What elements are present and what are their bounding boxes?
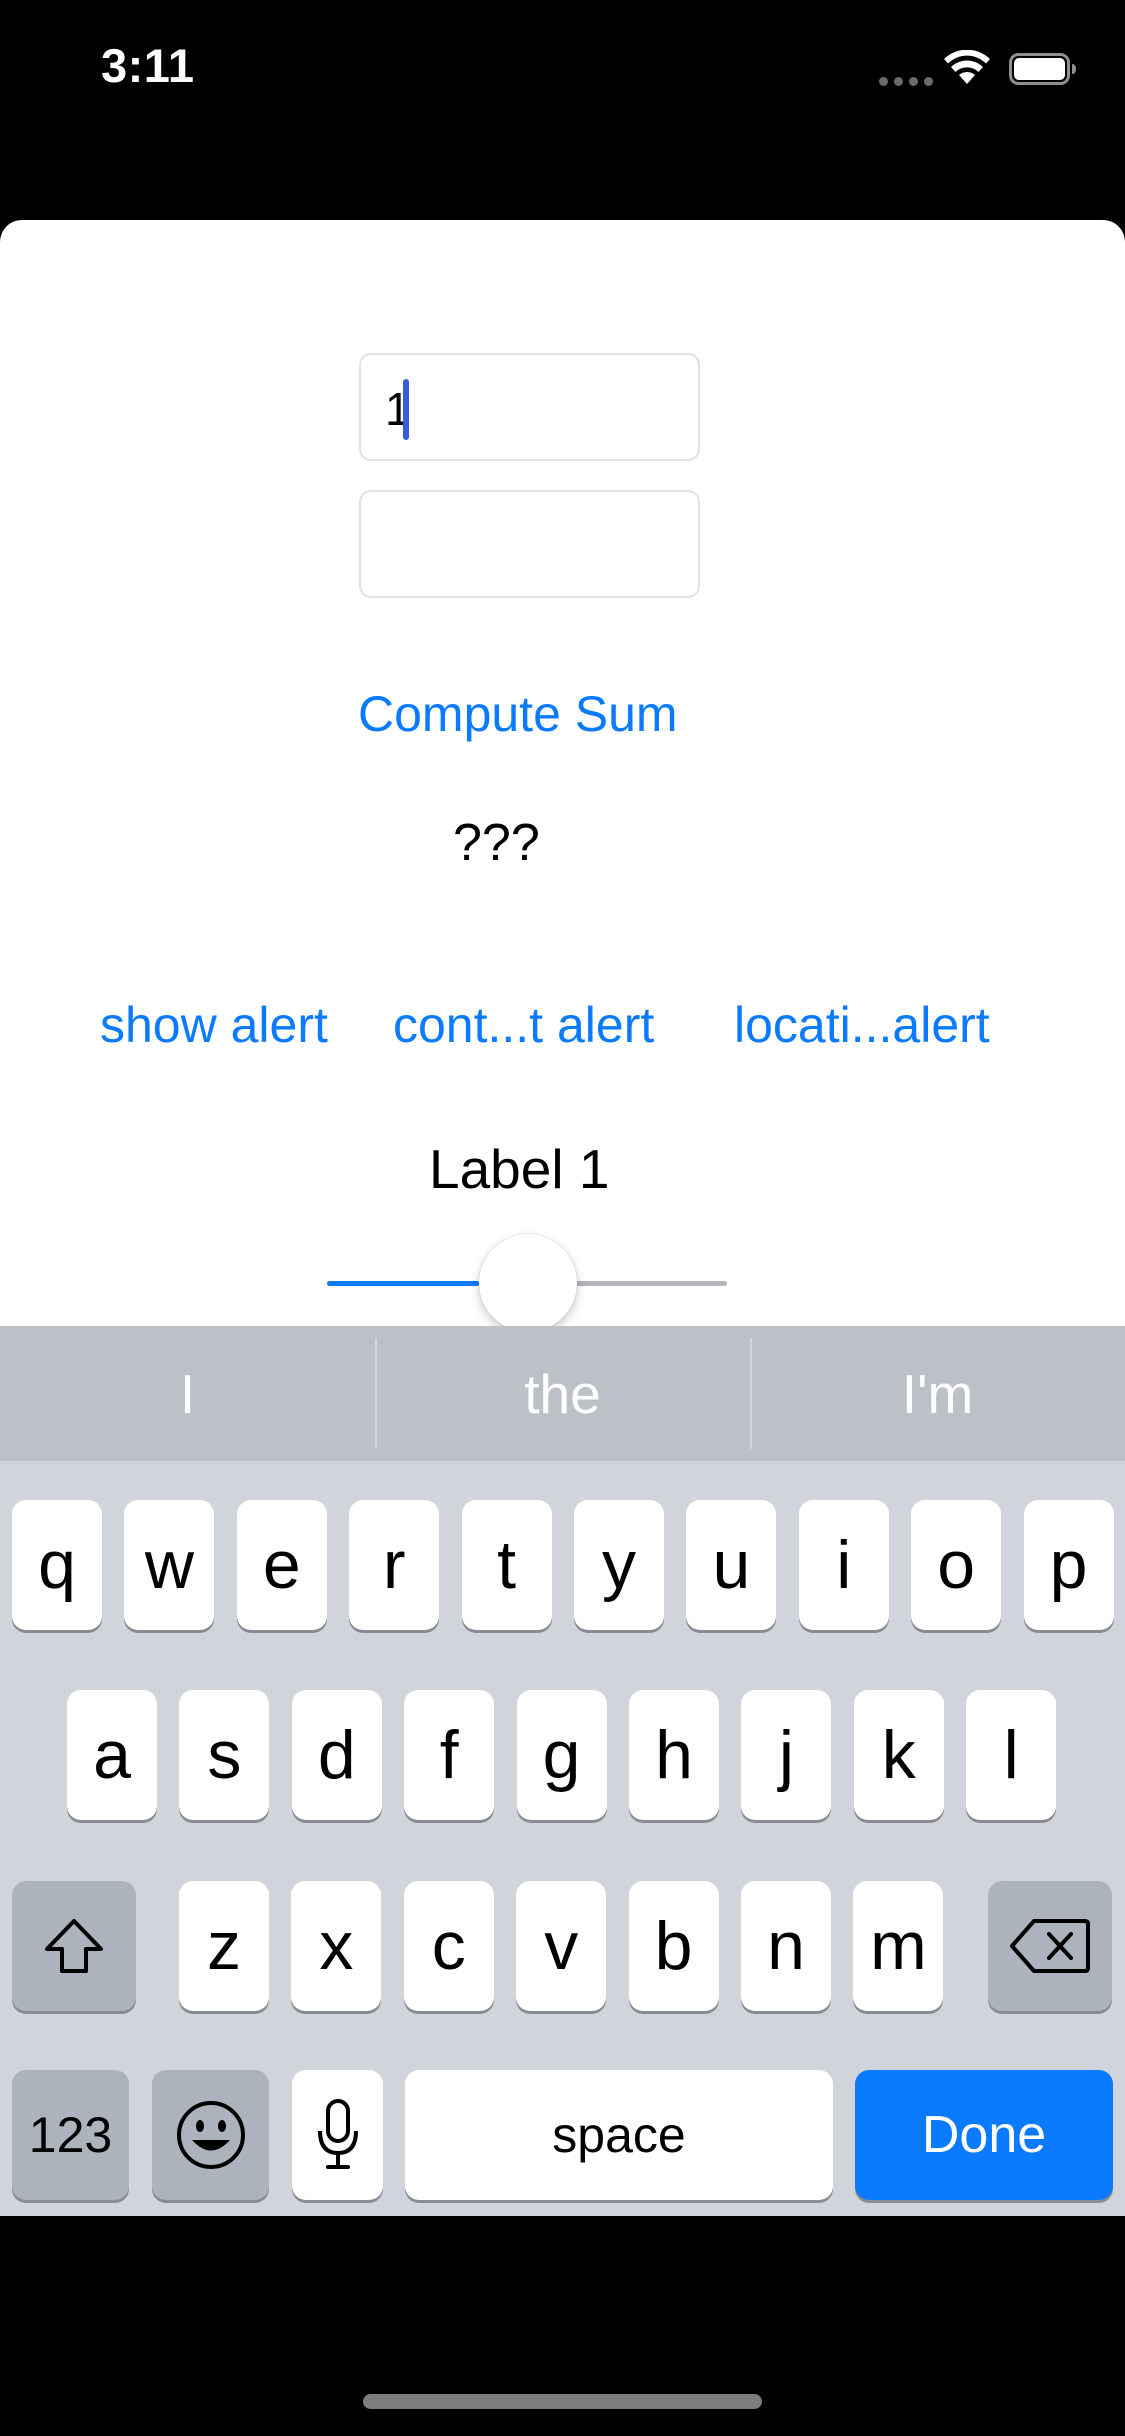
suggestion-item[interactable]: I [0,1326,375,1461]
emoji-icon [176,2101,245,2169]
space-key[interactable]: space [405,2070,833,2200]
shift-icon [45,1919,103,1973]
key-i[interactable]: i [798,1500,889,1630]
cellular-signal-icon [879,77,933,86]
text-caret [403,379,409,440]
key-j[interactable]: j [741,1690,832,1820]
home-indicator [363,2394,762,2409]
key-v[interactable]: v [516,1881,607,2011]
key-g[interactable]: g [516,1690,607,1820]
wifi-icon [944,50,990,84]
location-alert-button[interactable]: locati...alert [734,995,990,1055]
key-k[interactable]: k [853,1690,944,1820]
dictation-key[interactable] [292,2070,383,2200]
done-key[interactable]: Done [855,2070,1113,2200]
key-o[interactable]: o [911,1500,1002,1630]
key-m[interactable]: m [853,1881,944,2011]
key-r[interactable]: r [349,1500,440,1630]
key-w[interactable]: w [124,1500,215,1630]
key-e[interactable]: e [236,1500,327,1630]
key-c[interactable]: c [403,1881,494,2011]
key-x[interactable]: x [291,1881,382,2011]
number-field-1[interactable]: 1 [359,353,700,461]
battery-icon [1009,53,1076,85]
compute-sum-button[interactable]: Compute Sum [358,684,678,744]
backspace-icon [1010,1919,1090,1973]
slider-fill [327,1281,479,1286]
suggestion-bar: I the I'm [0,1326,1125,1461]
label-1: Label 1 [429,1138,610,1200]
numbers-key[interactable]: 123 [12,2070,129,2200]
status-time: 3:11 [101,39,195,92]
key-d[interactable]: d [291,1690,382,1820]
delete-key[interactable] [988,1881,1112,2011]
key-h[interactable]: h [629,1690,719,1820]
slider-thumb[interactable] [479,1234,577,1332]
key-z[interactable]: z [179,1881,269,2011]
key-y[interactable]: y [574,1500,664,1630]
suggestion-item[interactable]: the [375,1326,750,1461]
microphone-icon [317,2099,358,2169]
key-f[interactable]: f [404,1690,495,1820]
key-n[interactable]: n [741,1881,831,2011]
show-alert-button[interactable]: show alert [100,995,328,1055]
key-b[interactable]: b [628,1881,719,2011]
suggestion-item[interactable]: I'm [750,1326,1125,1461]
number-field-2[interactable] [359,490,700,598]
key-s[interactable]: s [179,1690,270,1820]
key-p[interactable]: p [1023,1500,1114,1630]
keyboard: I the I'm 123 space Done qwertyuiop asdfg… [0,1326,1125,2216]
contacts-alert-button[interactable]: cont...t alert [393,995,654,1055]
sum-result-label: ??? [453,814,540,872]
shift-key[interactable] [12,1881,136,2011]
key-t[interactable]: t [461,1500,552,1630]
key-l[interactable]: l [966,1690,1057,1820]
key-u[interactable]: u [686,1500,777,1630]
emoji-key[interactable] [152,2070,269,2200]
key-a[interactable]: a [67,1690,157,1820]
key-q[interactable]: q [12,1500,102,1630]
